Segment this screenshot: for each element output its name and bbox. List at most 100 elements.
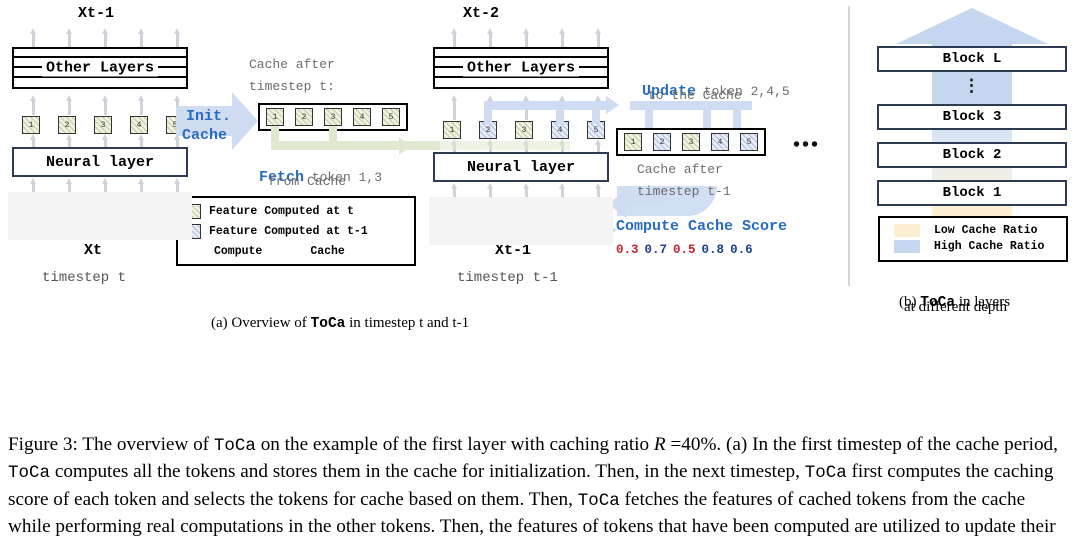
subcaption-b-line2: at different depth	[904, 299, 1008, 315]
legend-row-compute-cache: Compute Cache	[190, 242, 414, 260]
arrow-shaft	[68, 33, 71, 47]
input-area-backing-right	[429, 197, 613, 245]
arrow-shaft	[32, 33, 35, 47]
feature-arrow-r1	[451, 95, 458, 120]
init-cache-label-line2: Cache	[182, 127, 228, 144]
cache-t-token-5: 5	[382, 108, 400, 126]
output-arrow-r4	[559, 28, 566, 47]
feature-token-r1: 1	[443, 121, 461, 139]
cache-t-title-line1: Cache after	[249, 57, 335, 72]
cache-score-3: 0.5	[673, 243, 696, 257]
arrow-shaft	[140, 100, 143, 115]
cache-t-minus-1-caption-line2: timestep t-1	[637, 184, 731, 199]
input-area-backing-left	[8, 192, 192, 240]
label-x-t-minus-2: Xt-2	[463, 5, 500, 22]
update-label-line2: to the Cache	[648, 88, 742, 103]
caption-segment-0: The overview of	[77, 434, 214, 455]
feature-up-arrow-4	[138, 134, 145, 148]
cache-score-4: 0.8	[701, 243, 725, 257]
legend-row-low-cache: Low Cache Ratio	[894, 224, 1066, 237]
arrow-shaft	[453, 100, 456, 120]
figure-caption: Figure 3: The overview of ToCa on the ex…	[8, 432, 1072, 542]
caption-segment-9: ToCa	[577, 490, 620, 511]
other-layers-label-left: Other Layers	[41, 59, 159, 77]
figure-caption-label: Figure 3:	[8, 434, 78, 455]
cache-t-minus-1-token-1: 1	[624, 133, 642, 151]
feature-arrow-3	[102, 95, 109, 115]
feature-up-arrow-5	[174, 134, 181, 148]
arrow-shaft	[176, 33, 179, 47]
output-arrow-5	[174, 28, 181, 47]
caption-segment-3: R	[653, 434, 666, 455]
feature-up-arrow-3	[102, 134, 109, 148]
arrow-shaft	[140, 33, 143, 47]
subcaption-a-pre: (a) Overview of	[211, 315, 311, 331]
output-arrow-4	[138, 28, 145, 47]
output-arrow-r5	[595, 28, 602, 47]
block-stack-ellipsis: ⋮	[963, 76, 981, 95]
feature-up-arrow-2	[66, 134, 73, 148]
block-block-3: Block 3	[877, 104, 1067, 130]
cache-t-token-2: 2	[295, 108, 313, 126]
subcaption-a: (a) Overview of ToCa in timestep t and t…	[196, 298, 469, 349]
other-layers-label-right: Other Layers	[462, 59, 580, 77]
output-arrow-r3	[523, 28, 530, 47]
database-icon	[286, 244, 300, 259]
fetch-label-line2: from Cache	[268, 174, 347, 189]
caption-segment-7: ToCa	[804, 463, 847, 484]
timestep-label-left: timestep t	[42, 270, 127, 286]
panel-divider	[848, 6, 850, 286]
caption-segment-1: ToCa	[213, 436, 256, 456]
arrow-shaft	[453, 33, 456, 47]
caption-segment-6: computes all the tokens and stores them …	[50, 461, 805, 483]
subcaption-a-mono: ToCa	[310, 316, 346, 332]
block-block-l: Block L	[877, 46, 1067, 72]
cache-t-token-1: 1	[266, 108, 284, 126]
feature-token-1: 1	[22, 116, 40, 134]
arrow-shaft	[68, 100, 71, 115]
neural-layer-label-left: Neural layer	[45, 153, 155, 171]
legend-row-feature-t-1: Feature Computed at t-1	[186, 222, 414, 240]
legend-row-high-cache: High Cache Ratio	[894, 240, 1066, 253]
feature-up-arrow-1	[30, 134, 37, 148]
high-cache-swatch	[894, 240, 920, 253]
cache-score-5: 0.6	[730, 243, 753, 257]
cache-score-1: 0.3	[616, 243, 639, 257]
arrow-shaft	[489, 33, 492, 47]
init-cache-label-line1: Init.	[186, 108, 232, 125]
block-block-1: Block 1	[877, 180, 1067, 206]
arrow-shaft	[104, 33, 107, 47]
caption-segment-2: on the example of the first layer with c…	[255, 434, 654, 455]
legend-label-feature-t: Feature Computed at t	[209, 204, 354, 218]
label-x-t-minus-1: Xt-1	[78, 5, 115, 22]
cache-score-2: 0.7	[644, 243, 668, 257]
arrow-shaft	[32, 100, 35, 115]
other-layers-block-right: Other Layers	[433, 47, 609, 89]
feature-token-4: 4	[130, 116, 148, 134]
low-cache-swatch	[894, 224, 920, 237]
legend-label-cache: Cache	[310, 244, 345, 258]
update-bar	[484, 101, 608, 110]
output-arrow-1	[30, 28, 37, 47]
cache-t-minus-1-token-5: 5	[740, 133, 758, 151]
fetch-bar	[271, 141, 401, 150]
cache-t-minus-1-token-3: 3	[682, 133, 700, 151]
return-arrow-head-2	[616, 186, 632, 210]
feature-token-2: 2	[58, 116, 76, 134]
figure-root: Xt-1 Xt-2 Other Layers 12345 Neural laye…	[0, 0, 1080, 542]
cache-t-token-3: 3	[324, 108, 342, 126]
feature-arrow-2	[66, 95, 73, 115]
legend-label-low-cache: Low Cache Ratio	[934, 224, 1038, 237]
output-arrow-r1	[451, 28, 458, 47]
output-arrow-3	[102, 28, 109, 47]
depth-arrow-head	[896, 8, 1048, 44]
legend-row-feature-t: Feature Computed at t	[186, 202, 414, 220]
neural-layer-right: Neural layer	[433, 152, 609, 182]
arrow-shaft	[104, 100, 107, 115]
legend-panel-b: Low Cache Ratio High Cache Ratio	[878, 216, 1068, 262]
cache-t-minus-1-token-4: 4	[711, 133, 729, 151]
other-layers-block-left: Other Layers	[12, 47, 188, 89]
feature-arrow-4	[138, 95, 145, 115]
block-block-2: Block 2	[877, 142, 1067, 168]
feature-token-r3: 3	[515, 121, 533, 139]
